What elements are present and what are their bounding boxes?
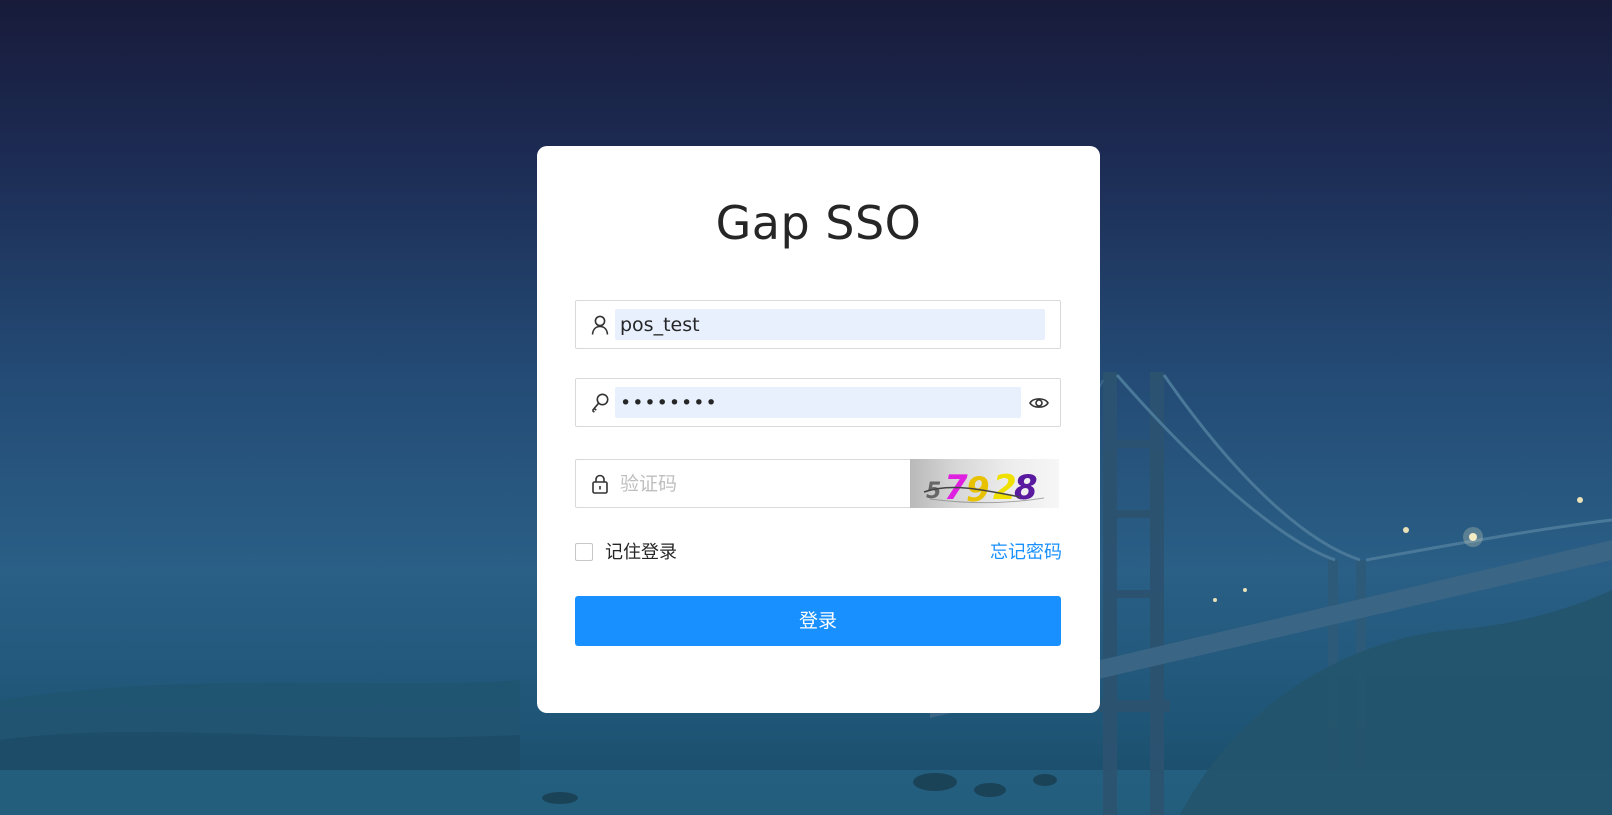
- username-input[interactable]: pos_test: [620, 301, 700, 348]
- captcha-input[interactable]: 验证码: [620, 460, 677, 507]
- captcha-field[interactable]: 验证码: [575, 459, 915, 508]
- login-card: Gap SSO pos_test •••••••• 验证码 记住登录 忘记密码 …: [537, 146, 1100, 713]
- lock-icon: [590, 473, 610, 495]
- user-icon: [590, 314, 610, 336]
- remember-checkbox[interactable]: [575, 543, 593, 561]
- remember-label[interactable]: 记住登录: [605, 542, 677, 564]
- key-icon: [590, 392, 610, 414]
- forgot-password-link[interactable]: 忘记密码: [990, 542, 1062, 564]
- password-input[interactable]: ••••••••: [620, 379, 718, 426]
- password-field[interactable]: ••••••••: [575, 378, 1061, 427]
- svg-text:8: 8: [1014, 468, 1038, 508]
- captcha-image[interactable]: 5 7 9 2 8: [910, 459, 1059, 508]
- app-title: Gap SSO: [715, 196, 922, 250]
- eye-icon[interactable]: [1028, 392, 1050, 414]
- username-field[interactable]: pos_test: [575, 300, 1061, 349]
- login-button[interactable]: 登录: [575, 596, 1061, 646]
